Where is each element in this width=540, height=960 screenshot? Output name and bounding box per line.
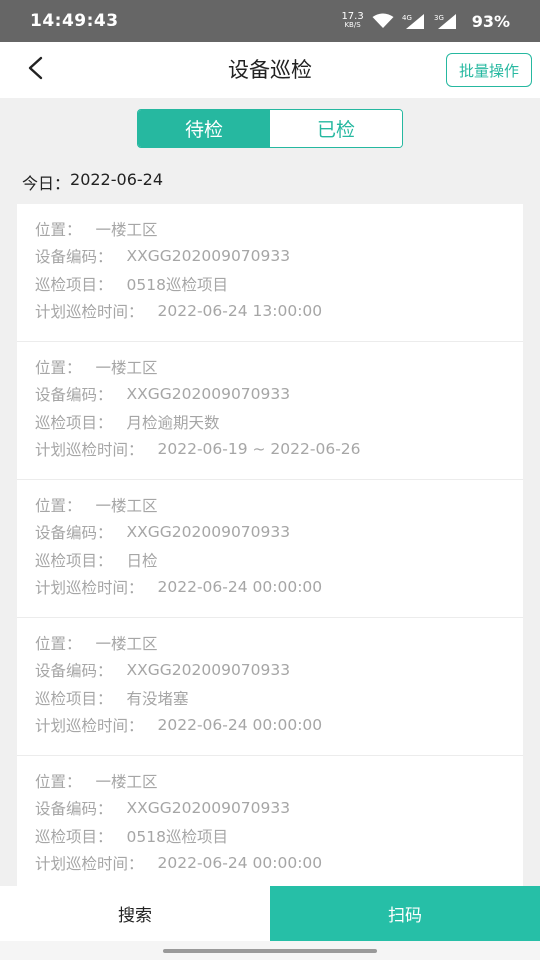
time-value: 2022-06-24 00:00:00 (157, 578, 323, 597)
code-value: XXGG202009070933 (126, 661, 291, 680)
location-row: 位置： 一楼工区 (35, 491, 523, 519)
time-row: 计划巡检时间： 2022-06-19 ~ 2022-06-26 (35, 436, 523, 464)
inspection-card[interactable]: 位置： 一楼工区 设备编码： XXGG202009070933 巡检项目： 0518巡… (17, 756, 523, 886)
item-value: 0518巡检项目 (126, 275, 228, 294)
item-row: 巡检项目： 0518巡检项目 (35, 270, 523, 298)
status-indicators: 17.3 KB/S 4G 3G 93% (341, 12, 510, 31)
time-label: 计划巡检时间： (35, 441, 144, 460)
item-label: 巡检项目： (35, 413, 113, 432)
today-date: 今日： 2022-06-24 (22, 170, 163, 194)
code-row: 设备编码： XXGG202009070933 (35, 657, 523, 685)
item-label: 巡检项目： (35, 689, 113, 708)
code-label: 设备编码： (35, 800, 113, 819)
code-row: 设备编码： XXGG202009070933 (35, 243, 523, 271)
status-time: 14:49:43 (30, 11, 119, 31)
network-speed: 17.3 KB/S (341, 12, 363, 30)
location-label: 位置： (35, 358, 82, 377)
network-speed-value: 17.3 (341, 11, 364, 22)
code-row: 设备编码： XXGG202009070933 (35, 795, 523, 823)
search-button[interactable]: 搜索 (0, 886, 270, 941)
time-label: 计划巡检时间： (35, 303, 144, 322)
time-value: 2022-06-19 ~ 2022-06-26 (157, 440, 361, 459)
inspection-list: 位置： 一楼工区 设备编码： XXGG202009070933 巡检项目： 0518巡… (17, 204, 523, 886)
signal2-label: 3G (434, 14, 444, 22)
location-value: 一楼工区 (95, 634, 158, 653)
item-value: 月检逾期天数 (126, 413, 220, 432)
code-value: XXGG202009070933 (126, 523, 291, 542)
location-row: 位置： 一楼工区 (35, 767, 523, 795)
system-nav-bar (0, 941, 540, 960)
today-value: 2022-06-24 (70, 170, 163, 189)
inspection-card[interactable]: 位置： 一楼工区 设备编码： XXGG202009070933 巡检项目： 0518巡… (17, 204, 523, 342)
item-value: 0518巡检项目 (126, 827, 228, 846)
code-row: 设备编码： XXGG202009070933 (35, 519, 523, 547)
time-value: 2022-06-24 00:00:00 (157, 854, 323, 873)
network-speed-unit: KB/S (344, 21, 361, 29)
time-label: 计划巡检时间： (35, 855, 144, 874)
time-value: 2022-06-24 00:00:00 (157, 716, 323, 735)
tab-checked[interactable]: 已检 (270, 110, 402, 147)
today-label: 今日： (22, 174, 71, 193)
signal-icon: 3G (434, 13, 458, 29)
location-row: 位置： 一楼工区 (35, 353, 523, 381)
inspection-card[interactable]: 位置： 一楼工区 设备编码： XXGG202009070933 巡检项目： 有没堵塞 … (17, 618, 523, 756)
location-value: 一楼工区 (95, 772, 158, 791)
time-label: 计划巡检时间： (35, 579, 144, 598)
inspection-card[interactable]: 位置： 一楼工区 设备编码： XXGG202009070933 巡检项目： 月检逾期天… (17, 342, 523, 480)
status-tabs: 待检 已检 (137, 109, 403, 148)
home-indicator[interactable] (163, 949, 377, 953)
code-value: XXGG202009070933 (126, 799, 291, 818)
location-value: 一楼工区 (95, 220, 158, 239)
batch-operation-button[interactable]: 批量操作 (446, 53, 532, 87)
wifi-icon (372, 13, 394, 29)
location-label: 位置： (35, 220, 82, 239)
location-label: 位置： (35, 772, 82, 791)
item-row: 巡检项目： 月检逾期天数 (35, 408, 523, 436)
location-value: 一楼工区 (95, 358, 158, 377)
item-label: 巡检项目： (35, 275, 113, 294)
item-label: 巡检项目： (35, 827, 113, 846)
bottom-action-bar: 搜索 扫码 (0, 886, 540, 941)
code-value: XXGG202009070933 (126, 247, 291, 266)
time-label: 计划巡检时间： (35, 717, 144, 736)
code-label: 设备编码： (35, 524, 113, 543)
time-row: 计划巡检时间： 2022-06-24 00:00:00 (35, 574, 523, 602)
time-value: 2022-06-24 13:00:00 (157, 302, 323, 321)
signal1-label: 4G (402, 14, 412, 22)
time-row: 计划巡检时间： 2022-06-24 00:00:00 (35, 850, 523, 878)
code-label: 设备编码： (35, 662, 113, 681)
inspection-card[interactable]: 位置： 一楼工区 设备编码： XXGG202009070933 巡检项目： 日检 计划… (17, 480, 523, 618)
location-row: 位置： 一楼工区 (35, 629, 523, 657)
tab-pending[interactable]: 待检 (138, 110, 270, 147)
code-value: XXGG202009070933 (126, 385, 291, 404)
time-row: 计划巡检时间： 2022-06-24 13:00:00 (35, 298, 523, 326)
item-value: 日检 (126, 551, 158, 570)
code-label: 设备编码： (35, 386, 113, 405)
app-header: 设备巡检 批量操作 (0, 42, 540, 98)
time-row: 计划巡检时间： 2022-06-24 00:00:00 (35, 712, 523, 740)
item-row: 巡检项目： 有没堵塞 (35, 684, 523, 712)
item-value: 有没堵塞 (126, 689, 189, 708)
location-label: 位置： (35, 634, 82, 653)
item-label: 巡检项目： (35, 551, 113, 570)
location-value: 一楼工区 (95, 496, 158, 515)
location-label: 位置： (35, 496, 82, 515)
code-label: 设备编码： (35, 248, 113, 267)
code-row: 设备编码： XXGG202009070933 (35, 381, 523, 409)
battery-level: 93% (471, 11, 510, 31)
item-row: 巡检项目： 日检 (35, 546, 523, 574)
scan-button[interactable]: 扫码 (270, 886, 540, 941)
location-row: 位置： 一楼工区 (35, 215, 523, 243)
signal-icon: 4G (402, 13, 426, 29)
status-bar: 14:49:43 17.3 KB/S 4G 3G 93% (0, 0, 540, 42)
item-row: 巡检项目： 0518巡检项目 (35, 822, 523, 850)
